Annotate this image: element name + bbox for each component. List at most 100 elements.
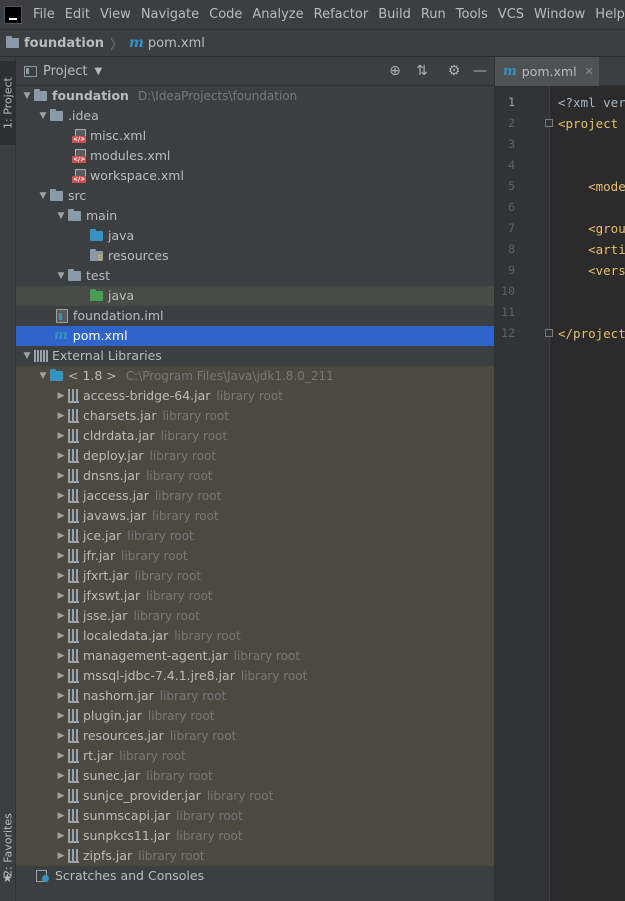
expand-arrow-icon[interactable]: ▶ — [54, 806, 68, 826]
tree-item-jar[interactable]: ▶ nashorn.jar library root — [16, 686, 494, 706]
hide-panel-icon[interactable]: — — [471, 62, 489, 80]
tree-item-jar[interactable]: ▶ cldrdata.jar library root — [16, 426, 494, 446]
tree-item-test-java[interactable]: java — [16, 286, 494, 306]
tree-item-scratches[interactable]: Scratches and Consoles — [16, 866, 494, 886]
chevron-down-icon[interactable]: ▼ — [94, 66, 102, 77]
tree-item-jar[interactable]: ▶ jsse.jar library root — [16, 606, 494, 626]
tree-item-idea[interactable]: ▼ .idea — [16, 106, 494, 126]
close-icon[interactable]: ✕ — [585, 65, 594, 78]
expand-arrow-icon[interactable]: ▶ — [54, 406, 68, 426]
expand-arrow-icon[interactable]: ▶ — [54, 646, 68, 666]
tree-item-jar[interactable]: ▶ dnsns.jar library root — [16, 466, 494, 486]
expand-arrow-icon[interactable]: ▶ — [54, 846, 68, 866]
locate-file-icon[interactable]: ⊕ — [386, 62, 404, 80]
fold-marker-icon[interactable] — [545, 119, 553, 127]
expand-arrow-icon[interactable]: ▶ — [54, 526, 68, 546]
tree-item-test[interactable]: ▼ test — [16, 266, 494, 286]
folder-icon — [50, 109, 63, 121]
tree-item-foundation-iml[interactable]: foundation.iml — [16, 306, 494, 326]
expand-arrow-icon[interactable]: ▶ — [54, 566, 68, 586]
tree-item-jar[interactable]: ▶ charsets.jar library root — [16, 406, 494, 426]
breadcrumb-file[interactable]: pom.xml — [148, 36, 205, 51]
expand-arrow-icon[interactable]: ▶ — [54, 766, 68, 786]
tree-item-jar[interactable]: ▶ rt.jar library root — [16, 746, 494, 766]
menu-edit[interactable]: Edit — [60, 0, 95, 29]
expand-arrow-icon[interactable]: ▶ — [54, 386, 68, 406]
tree-item-jar[interactable]: ▶ sunec.jar library root — [16, 766, 494, 786]
expand-arrow-icon[interactable]: ▼ — [54, 206, 68, 226]
tree-item-jar[interactable]: ▶ sunpkcs11.jar library root — [16, 826, 494, 846]
menu-vcs[interactable]: VCS — [493, 0, 529, 29]
tree-item-jar[interactable]: ▶ jfr.jar library root — [16, 546, 494, 566]
menu-tools[interactable]: Tools — [451, 0, 493, 29]
tree-item-jar[interactable]: ▶ plugin.jar library root — [16, 706, 494, 726]
expand-arrow-icon[interactable]: ▶ — [54, 706, 68, 726]
tree-item-jar[interactable]: ▶ mssql-jdbc-7.4.1.jre8.jar library root — [16, 666, 494, 686]
tree-item-resources[interactable]: resources — [16, 246, 494, 266]
tree-item-jar[interactable]: ▶ jfxswt.jar library root — [16, 586, 494, 606]
tree-item-jar[interactable]: ▶ zipfs.jar library root — [16, 846, 494, 866]
tree-item-workspace-xml[interactable]: workspace.xml — [16, 166, 494, 186]
expand-arrow-icon[interactable]: ▶ — [54, 506, 68, 526]
menu-view[interactable]: View — [95, 0, 136, 29]
tree-item-jar[interactable]: ▶ resources.jar library root — [16, 726, 494, 746]
expand-arrow-icon[interactable]: ▶ — [54, 826, 68, 846]
tree-item-modules-xml[interactable]: modules.xml — [16, 146, 494, 166]
expand-arrow-icon[interactable]: ▶ — [54, 746, 68, 766]
menu-file[interactable]: File — [28, 0, 60, 29]
menu-build[interactable]: Build — [373, 0, 416, 29]
menu-code[interactable]: Code — [204, 0, 247, 29]
project-view-selector[interactable]: Project — [43, 64, 87, 79]
tree-item-pom-xml[interactable]: m pom.xml — [16, 326, 494, 346]
tree-item-external-libraries[interactable]: ▼ External Libraries — [16, 346, 494, 366]
project-tool-tab[interactable]: 1: Project — [0, 61, 16, 145]
tree-item-jar[interactable]: ▶ sunmscapi.jar library root — [16, 806, 494, 826]
collapse-all-icon[interactable]: ⇅ — [413, 62, 431, 80]
code-area[interactable]: <?xml ver <project <mode <grou <arti <ver… — [558, 86, 625, 901]
expand-arrow-icon[interactable]: ▶ — [54, 546, 68, 566]
expand-arrow-icon[interactable]: ▶ — [54, 726, 68, 746]
expand-arrow-icon[interactable]: ▶ — [54, 686, 68, 706]
tree-item-main-java[interactable]: java — [16, 226, 494, 246]
tree-item-src[interactable]: ▼ src — [16, 186, 494, 206]
tree-item-jar[interactable]: ▶ jfxrt.jar library root — [16, 566, 494, 586]
tree-item-jar[interactable]: ▶ management-agent.jar library root — [16, 646, 494, 666]
menu-refactor[interactable]: Refactor — [309, 0, 374, 29]
menu-analyze[interactable]: Analyze — [247, 0, 308, 29]
expand-arrow-icon[interactable]: ▼ — [20, 346, 34, 366]
expand-arrow-icon[interactable]: ▼ — [36, 186, 50, 206]
menu-help[interactable]: Help — [590, 0, 625, 29]
expand-arrow-icon[interactable]: ▶ — [54, 586, 68, 606]
tree-item-jar[interactable]: ▶ javaws.jar library root — [16, 506, 494, 526]
expand-arrow-icon[interactable]: ▶ — [54, 446, 68, 466]
tree-item-main[interactable]: ▼ main — [16, 206, 494, 226]
tree-item-jar[interactable]: ▶ deploy.jar library root — [16, 446, 494, 466]
expand-arrow-icon[interactable]: ▶ — [54, 786, 68, 806]
tree-item-jdk[interactable]: ▼ < 1.8 > C:\Program Files\Java\jdk1.8.0… — [16, 366, 494, 386]
expand-arrow-icon[interactable]: ▶ — [54, 426, 68, 446]
menu-window[interactable]: Window — [529, 0, 590, 29]
gear-icon[interactable]: ⚙ — [445, 62, 463, 80]
tree-item-misc-xml[interactable]: misc.xml — [16, 126, 494, 146]
expand-arrow-icon[interactable]: ▶ — [54, 666, 68, 686]
fold-marker-icon[interactable] — [545, 329, 553, 337]
tree-item-jar[interactable]: ▶ access-bridge-64.jar library root — [16, 386, 494, 406]
expand-arrow-icon[interactable]: ▼ — [54, 266, 68, 286]
expand-arrow-icon[interactable]: ▶ — [54, 606, 68, 626]
menu-run[interactable]: Run — [416, 0, 451, 29]
expand-arrow-icon[interactable]: ▶ — [54, 486, 68, 506]
expand-arrow-icon[interactable]: ▼ — [36, 106, 50, 126]
expand-arrow-icon[interactable]: ▼ — [20, 86, 34, 106]
expand-arrow-icon[interactable]: ▶ — [54, 466, 68, 486]
tree-item-jar[interactable]: ▶ localedata.jar library root — [16, 626, 494, 646]
code-line: </project — [558, 326, 625, 341]
tree-item-jar[interactable]: ▶ sunjce_provider.jar library root — [16, 786, 494, 806]
breadcrumb-project[interactable]: foundation — [24, 36, 104, 51]
tree-item-jar[interactable]: ▶ jaccess.jar library root — [16, 486, 494, 506]
tree-item-project-root[interactable]: ▼ foundation D:\IdeaProjects\foundation — [16, 86, 494, 106]
expand-arrow-icon[interactable]: ▼ — [36, 366, 50, 386]
expand-arrow-icon[interactable]: ▶ — [54, 626, 68, 646]
tab-pom-xml[interactable]: m pom.xml ✕ — [495, 57, 599, 86]
tree-item-jar[interactable]: ▶ jce.jar library root — [16, 526, 494, 546]
menu-navigate[interactable]: Navigate — [136, 0, 204, 29]
